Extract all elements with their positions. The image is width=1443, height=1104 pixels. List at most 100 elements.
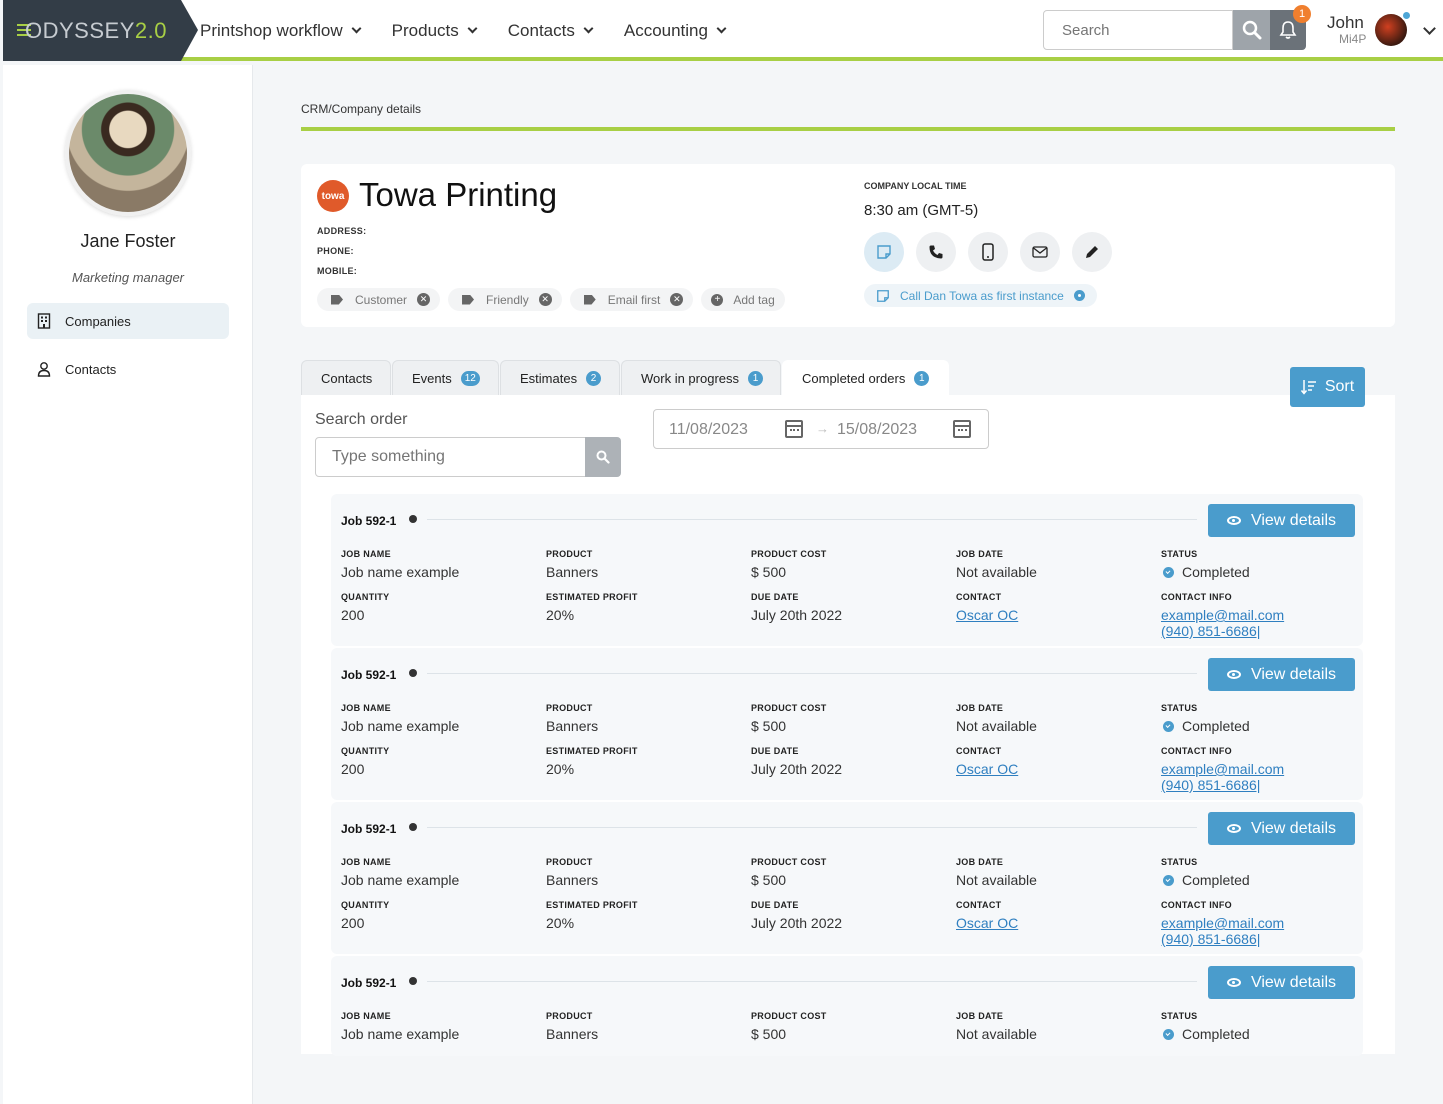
- search-icon: [1242, 20, 1261, 40]
- job-name-value: Job name example: [341, 718, 460, 734]
- job-name-value: Job name example: [341, 564, 460, 580]
- tab-label: Estimates: [520, 370, 578, 386]
- product-cost-label: PRODUCT COST: [751, 549, 827, 559]
- tag-email-first[interactable]: Email first ✕: [569, 288, 694, 311]
- sort-label: Sort: [1324, 378, 1355, 395]
- info-icon[interactable]: [409, 515, 417, 523]
- product-value: Banners: [546, 872, 599, 888]
- tab-label: Contacts: [321, 370, 373, 386]
- tab-work-in-progress[interactable]: Work in progress 1: [621, 360, 781, 395]
- contact-link[interactable]: Oscar OC: [956, 607, 1018, 623]
- breadcrumb[interactable]: CRM/Company details: [301, 102, 421, 116]
- user-name[interactable]: John: [1327, 13, 1364, 33]
- calendar-icon[interactable]: [953, 420, 971, 438]
- pinned-note[interactable]: Call Dan Towa as first instance: [864, 284, 1097, 307]
- date-end[interactable]: 15/08/2023: [837, 421, 917, 439]
- add-tag-button[interactable]: + Add tag: [701, 288, 785, 311]
- job-name-label: JOB NAME: [341, 703, 391, 713]
- job-title: Job 592-1: [341, 976, 397, 990]
- phone-link[interactable]: (940) 851-6686|: [1161, 777, 1260, 793]
- view-details-button[interactable]: View details: [1208, 504, 1355, 537]
- tag-label: Email first: [607, 292, 661, 307]
- email-link[interactable]: example@mail.com: [1161, 607, 1284, 623]
- sidebar-item-companies[interactable]: Companies: [27, 303, 229, 339]
- contact-label: CONTACT: [956, 746, 1002, 756]
- job-title: Job 592-1: [341, 514, 397, 528]
- search-order-label: Search order: [315, 411, 408, 428]
- product-cost-label: PRODUCT COST: [751, 857, 827, 867]
- profile-name: Jane Foster: [80, 231, 176, 251]
- status-label: STATUS: [1161, 1011, 1198, 1021]
- info-icon[interactable]: [409, 669, 417, 677]
- pinned-note-text: Call Dan Towa as first instance: [900, 288, 1064, 303]
- logo-text: ODYSSEY2.0: [25, 18, 167, 43]
- phone-link[interactable]: (940) 851-6686|: [1161, 931, 1260, 947]
- tag-customer[interactable]: Customer ✕: [317, 288, 441, 311]
- remove-tag-icon[interactable]: ✕: [538, 293, 552, 306]
- job-date-value: Not available: [956, 872, 1037, 888]
- note-button[interactable]: [864, 232, 904, 272]
- tag-label: Customer: [355, 292, 408, 307]
- edit-button[interactable]: [1072, 232, 1112, 272]
- nav-contacts[interactable]: Contacts: [508, 21, 594, 41]
- contact-link[interactable]: Oscar OC: [956, 915, 1018, 931]
- email-link[interactable]: example@mail.com: [1161, 915, 1284, 931]
- tab-contacts[interactable]: Contacts: [301, 360, 391, 395]
- nav-products[interactable]: Products: [392, 21, 478, 41]
- due-date-label: DUE DATE: [751, 746, 799, 756]
- sort-icon: [1300, 380, 1316, 395]
- remove-tag-icon[interactable]: ✕: [670, 293, 684, 306]
- nav-accounting[interactable]: Accounting: [624, 21, 727, 41]
- tag-friendly[interactable]: Friendly ✕: [448, 288, 562, 311]
- job-name-label: JOB NAME: [341, 857, 391, 867]
- product-label: PRODUCT: [546, 1011, 593, 1021]
- chevron-down-icon: [716, 23, 727, 34]
- tab-count-badge: 1: [914, 370, 930, 386]
- job-card: Job 592-1 View details JOB NAME Job name ex…: [331, 956, 1363, 1056]
- pencil-icon: [1086, 246, 1098, 258]
- status-value: Completed: [1182, 718, 1250, 734]
- search-order-input[interactable]: [315, 437, 586, 477]
- user-menu-chevron-icon[interactable]: [1423, 22, 1436, 35]
- job-title: Job 592-1: [341, 668, 397, 682]
- phone-icon: [929, 245, 943, 259]
- search-order-button[interactable]: [585, 437, 621, 477]
- call-button[interactable]: [916, 232, 956, 272]
- contact-label: CONTACT: [956, 592, 1002, 602]
- plus-icon: +: [711, 293, 724, 306]
- app-logo[interactable]: ODYSSEY2.0: [3, 0, 198, 61]
- eye-icon: [1226, 516, 1241, 525]
- tab-completed-orders[interactable]: Completed orders 1: [782, 360, 949, 395]
- info-icon[interactable]: [409, 977, 417, 985]
- tag-icon: [583, 294, 596, 305]
- date-range-picker[interactable]: 11/08/2023 → 15/08/2023: [653, 409, 989, 449]
- estimated-profit-value: 20%: [546, 915, 575, 931]
- info-icon[interactable]: [409, 823, 417, 831]
- chevron-down-icon: [351, 23, 362, 34]
- view-details-label: View details: [1250, 511, 1337, 529]
- mobile-button[interactable]: [968, 232, 1008, 272]
- product-cost-value: $ 500: [751, 564, 787, 580]
- search-button[interactable]: [1233, 10, 1270, 50]
- email-link[interactable]: example@mail.com: [1161, 761, 1284, 777]
- calendar-icon[interactable]: [785, 420, 803, 438]
- completed-check-icon: [1163, 875, 1174, 886]
- global-search-input[interactable]: [1043, 10, 1233, 50]
- sidebar-item-contacts[interactable]: Contacts: [27, 351, 229, 387]
- tab-estimates[interactable]: Estimates 2: [500, 360, 620, 395]
- nav-printshop-workflow[interactable]: Printshop workflow: [200, 21, 362, 41]
- view-details-button[interactable]: View details: [1208, 812, 1355, 845]
- phone-link[interactable]: (940) 851-6686|: [1161, 623, 1260, 639]
- tab-events[interactable]: Events 12: [392, 360, 499, 395]
- notifications-badge: 1: [1293, 5, 1311, 23]
- remove-tag-icon[interactable]: ✕: [417, 293, 431, 306]
- sort-button[interactable]: Sort: [1290, 367, 1365, 407]
- view-details-button[interactable]: View details: [1208, 966, 1355, 999]
- person-icon: [37, 362, 51, 377]
- status-label: STATUS: [1161, 703, 1198, 713]
- email-button[interactable]: [1020, 232, 1060, 272]
- date-start[interactable]: 11/08/2023: [669, 421, 748, 439]
- job-divider: [427, 981, 1197, 982]
- contact-link[interactable]: Oscar OC: [956, 761, 1018, 777]
- view-details-button[interactable]: View details: [1208, 658, 1355, 691]
